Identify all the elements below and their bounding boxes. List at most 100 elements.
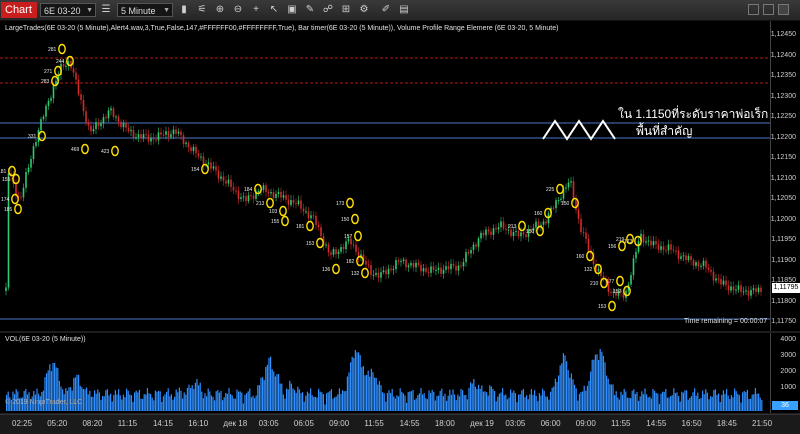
large-trade-marker[interactable] xyxy=(536,225,544,237)
volume-bar xyxy=(126,388,128,411)
volume-bar xyxy=(231,395,233,411)
candle-body xyxy=(437,267,440,270)
volume-bar xyxy=(574,384,576,411)
large-trade-marker[interactable] xyxy=(332,263,340,275)
candle-body xyxy=(715,278,717,281)
candle-body xyxy=(112,108,115,118)
volume-bar xyxy=(318,388,320,411)
large-trade-marker[interactable] xyxy=(616,275,624,287)
large-trade-marker[interactable] xyxy=(356,255,364,267)
volume-bar xyxy=(337,394,339,411)
zoom-in-icon[interactable]: ⊕ xyxy=(214,4,226,16)
volume-bar xyxy=(570,373,572,411)
strategy-icon[interactable]: ☍ xyxy=(322,4,334,16)
large-trade-label: 271 xyxy=(44,69,53,75)
candle-body xyxy=(130,129,132,132)
volume-bar xyxy=(532,394,534,411)
volume-bar xyxy=(159,391,161,411)
grid-icon[interactable]: ▤ xyxy=(398,4,410,16)
large-trade-marker[interactable] xyxy=(266,197,274,209)
large-trade-marker[interactable] xyxy=(51,75,59,87)
large-trade-marker[interactable] xyxy=(81,143,89,155)
large-trade-label: 157 xyxy=(344,234,353,240)
large-trade-marker[interactable] xyxy=(11,193,19,205)
time-axis[interactable]: 02:25 05:20 08:20 11:15 14:15 16:10 дек 18 03:0… xyxy=(0,414,800,434)
candle-body xyxy=(175,129,177,134)
large-trade-marker[interactable] xyxy=(346,197,354,209)
volume-bar xyxy=(106,389,108,411)
candle-body xyxy=(432,266,435,271)
price-chart[interactable]: 281 271 283 244 331 469 423 181 155 174 185 154 184 2… xyxy=(0,21,800,331)
volume-bar xyxy=(489,385,491,411)
crosshair-icon[interactable]: + xyxy=(250,4,262,16)
volume-bar xyxy=(710,396,712,411)
volume-bar xyxy=(482,391,484,411)
instrument-selector[interactable]: 6E 03-20 ▼ xyxy=(40,3,96,17)
volume-bar xyxy=(654,390,656,411)
volume-bar xyxy=(391,388,393,411)
pencil-icon[interactable]: ✐ xyxy=(380,4,392,16)
large-trade-marker[interactable] xyxy=(361,267,369,279)
volume-bar xyxy=(628,397,630,411)
candle-body xyxy=(705,260,707,268)
candle-body xyxy=(252,195,255,199)
candle-body xyxy=(442,269,445,274)
large-trade-marker[interactable] xyxy=(518,220,526,232)
zoom-out-icon[interactable]: ⊖ xyxy=(232,4,244,16)
large-trade-marker[interactable] xyxy=(58,43,66,55)
volume-bar xyxy=(708,399,710,411)
large-trade-marker[interactable] xyxy=(201,163,209,175)
large-trade-marker[interactable] xyxy=(14,203,22,215)
large-trade-marker[interactable] xyxy=(38,130,46,142)
candle-body xyxy=(672,249,675,251)
volume-bar xyxy=(84,389,86,411)
candle-body xyxy=(577,209,580,219)
volume-bar xyxy=(625,391,627,411)
large-trade-marker[interactable] xyxy=(111,145,119,157)
time-tick-label: дек 19 xyxy=(470,419,494,428)
volume-bar xyxy=(660,393,662,411)
volume-bar xyxy=(292,388,294,411)
large-trade-marker[interactable] xyxy=(586,250,594,262)
volume-bar xyxy=(324,404,326,411)
volume-bar xyxy=(358,352,360,411)
attach-icon[interactable]: ⊞ xyxy=(340,4,352,16)
properties-icon[interactable]: ⚙ xyxy=(358,4,370,16)
large-trade-marker[interactable] xyxy=(354,230,362,242)
volume-panel[interactable]: VOL(6E 03-20 (5 Minute)) 4000 3000 2000 100… xyxy=(0,333,800,413)
interval-selector[interactable]: 5 Minute ▼ xyxy=(117,3,173,17)
price-panel[interactable]: 281 271 283 244 331 469 423 181 155 174 185 154 184 2… xyxy=(0,21,800,331)
list-icon[interactable]: ☰ xyxy=(100,4,112,16)
large-trade-marker[interactable] xyxy=(623,285,631,297)
minimize-button[interactable] xyxy=(748,4,759,15)
volume-bar xyxy=(516,402,518,411)
volume-bar xyxy=(268,357,270,411)
volume-bar xyxy=(474,386,476,411)
indicator-icon[interactable]: ⚟ xyxy=(196,4,208,16)
large-trade-marker[interactable] xyxy=(281,215,289,227)
large-trade-marker[interactable] xyxy=(316,237,324,249)
data-box-icon[interactable]: ▣ xyxy=(286,4,298,16)
price-tick-label: 1,12300 xyxy=(770,92,796,100)
large-trade-marker[interactable] xyxy=(279,205,287,217)
large-trade-marker[interactable] xyxy=(306,220,314,232)
large-trade-marker[interactable] xyxy=(608,300,616,312)
bar-chart-icon[interactable]: ▮ xyxy=(178,4,190,16)
candle-body xyxy=(47,100,50,106)
volume-bar xyxy=(490,386,492,411)
close-button[interactable] xyxy=(778,4,789,15)
maximize-button[interactable] xyxy=(763,4,774,15)
volume-bar xyxy=(447,395,449,411)
large-trade-marker[interactable] xyxy=(351,213,359,225)
chart-tab[interactable]: Chart xyxy=(1,2,37,18)
large-trade-marker[interactable] xyxy=(556,183,564,195)
large-trade-marker[interactable] xyxy=(8,165,16,177)
volume-bar xyxy=(698,399,700,411)
volume-bar xyxy=(439,390,441,411)
candle-body xyxy=(545,221,547,224)
arrow-icon[interactable]: ↖ xyxy=(268,4,280,16)
candle-body xyxy=(207,162,210,165)
large-trade-marker[interactable] xyxy=(571,197,579,209)
drawing-tools-icon[interactable]: ✎ xyxy=(304,4,316,16)
volume-bar xyxy=(502,388,504,411)
